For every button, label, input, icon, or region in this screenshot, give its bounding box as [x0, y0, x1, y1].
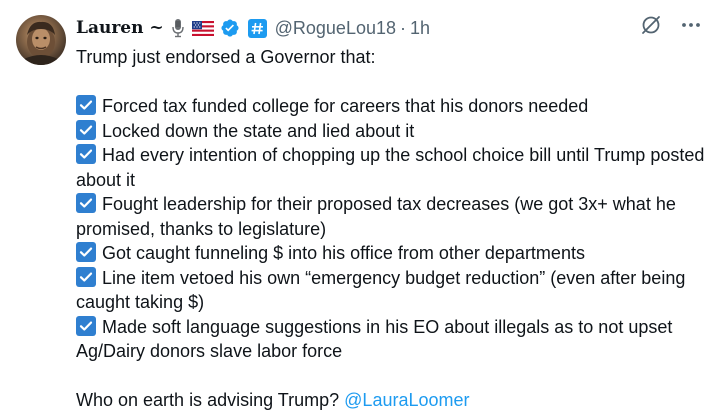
list-item-text: Locked down the state and lied about it — [102, 120, 415, 141]
tweet-header: Lauren ~ @RogueLou18 · 1h — [76, 16, 430, 40]
list-item-text: Fought leadership for their proposed tax… — [76, 194, 676, 239]
checkbox-icon — [76, 193, 96, 213]
list-item-text: Forced tax funded college for careers th… — [102, 96, 589, 116]
list-item-text: Had every intention of chopping up the s… — [76, 145, 705, 190]
separator-dot: · — [400, 18, 406, 38]
tweet[interactable]: Lauren ~ @RogueLou18 · 1h Trump just end… — [0, 0, 720, 417]
list-item: Locked down the state and lied about it — [76, 119, 706, 144]
grok-icon[interactable] — [640, 14, 662, 36]
tweet-closing: Who on earth is advising Trump? @LauraLo… — [76, 388, 706, 413]
checkbox-icon — [76, 95, 96, 115]
checkbox-icon — [76, 144, 96, 164]
verified-icon[interactable] — [220, 18, 240, 38]
more-icon[interactable] — [680, 14, 702, 36]
list-item-text: Made soft language suggestions in his EO… — [76, 316, 673, 362]
list-item: Line item vetoed his own “emergency budg… — [76, 266, 706, 315]
tweet-text: Trump just endorsed a Governor that: For… — [76, 45, 706, 413]
list-item: Made soft language suggestions in his EO… — [76, 315, 706, 364]
list-item: Fought leadership for their proposed tax… — [76, 192, 706, 241]
hashtag-badge-icon[interactable] — [247, 18, 267, 38]
list-item-text: Line item vetoed his own “emergency budg… — [76, 267, 686, 313]
avatar[interactable] — [16, 15, 66, 65]
us-flag-icon — [191, 18, 214, 38]
tweet-intro: Trump just endorsed a Governor that: — [76, 47, 376, 67]
display-name[interactable]: Lauren ~ — [76, 16, 164, 40]
timestamp[interactable]: 1h — [410, 16, 430, 40]
header-actions — [640, 14, 702, 36]
list-item: Had every intention of chopping up the s… — [76, 143, 706, 192]
mention-link[interactable]: @LauraLoomer — [344, 390, 469, 410]
microphone-icon — [170, 18, 186, 38]
checkbox-icon — [76, 315, 96, 336]
checkbox-icon — [76, 119, 96, 140]
closing-text: Who on earth is advising Trump? — [76, 390, 340, 410]
list-item: Forced tax funded college for careers th… — [76, 94, 706, 119]
list-item-text: Got caught funneling $ into his office f… — [102, 243, 585, 263]
avatar-image — [24, 21, 58, 65]
checkbox-icon — [76, 266, 96, 287]
list-item: Got caught funneling $ into his office f… — [76, 241, 706, 266]
checkbox-icon — [76, 242, 96, 262]
handle[interactable]: @RogueLou18 — [275, 16, 396, 40]
